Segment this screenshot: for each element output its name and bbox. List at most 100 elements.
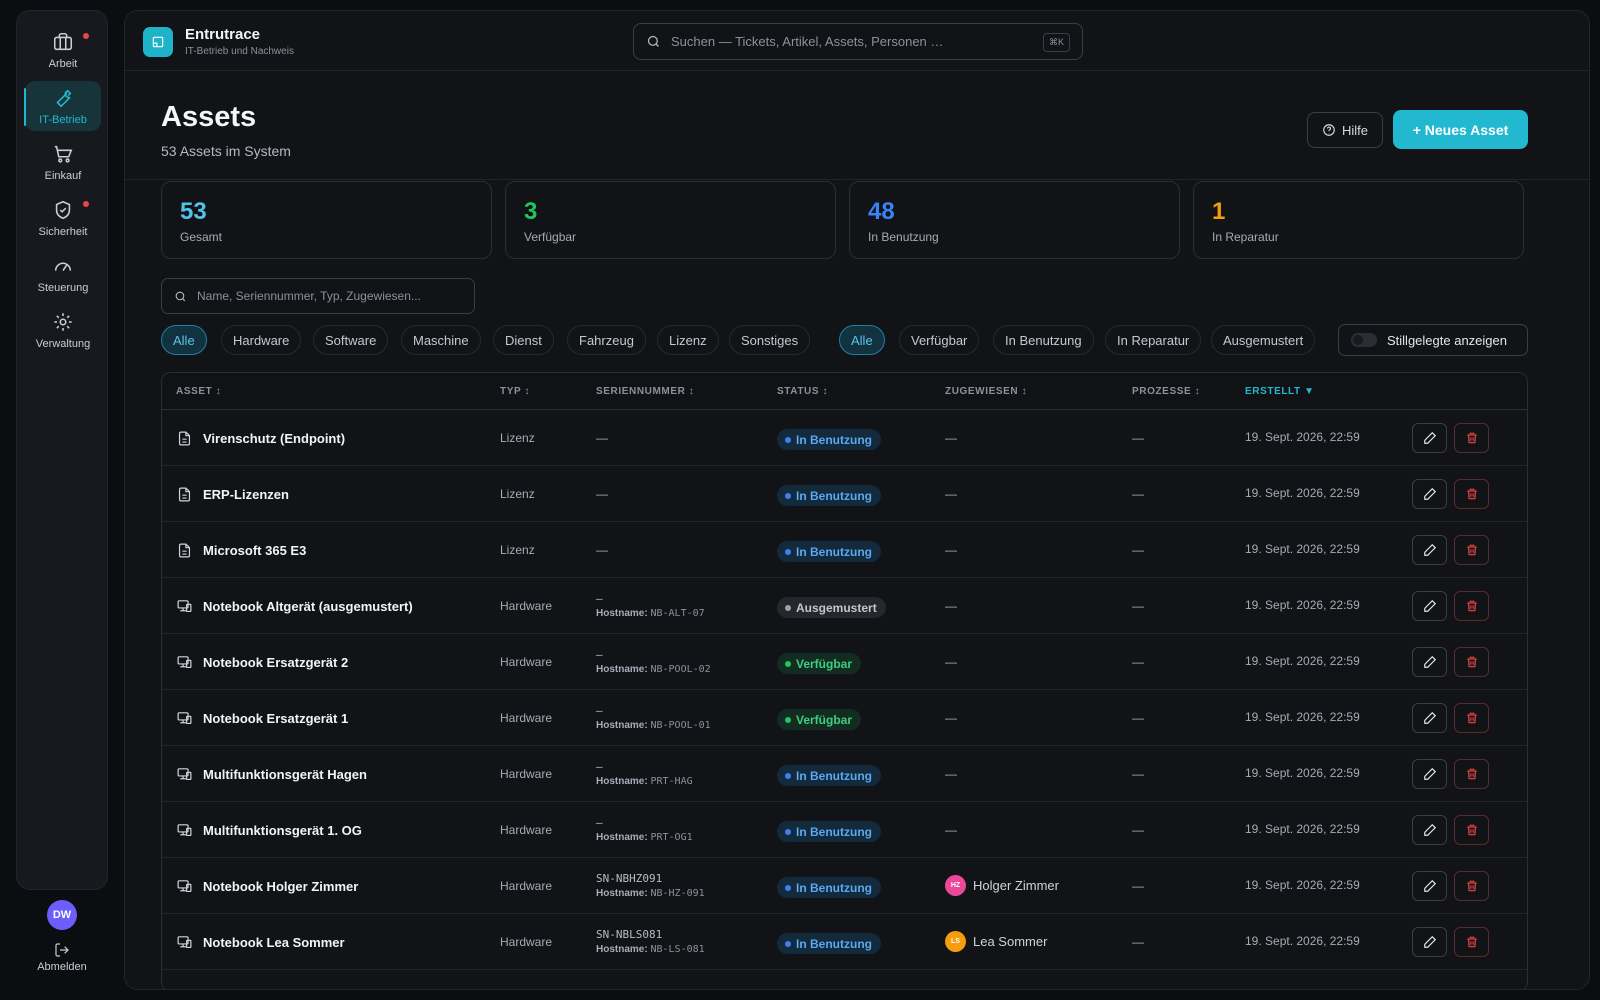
edit-button[interactable]: [1412, 647, 1447, 677]
delete-button[interactable]: [1454, 759, 1489, 789]
edit-button[interactable]: [1412, 759, 1447, 789]
show-retired-toggle[interactable]: Stillgelegte anzeigen: [1338, 324, 1528, 356]
wrench-icon: [56, 89, 72, 108]
column-header-typ[interactable]: TYP ↕: [500, 386, 530, 397]
new-asset-button[interactable]: + Neues Asset: [1393, 110, 1528, 149]
assignee-avatar: LS: [945, 931, 966, 952]
table-row[interactable]: Notebook Lea Sommer Hardware SN-NBLS081 Hos…: [162, 914, 1527, 970]
status-label: In Benutzung: [796, 880, 872, 895]
sidebar-item-verwaltung[interactable]: Verwaltung: [25, 305, 101, 355]
status-filter-in-reparatur[interactable]: In Reparatur: [1105, 325, 1202, 355]
delete-button[interactable]: [1454, 647, 1489, 677]
toggle-switch[interactable]: [1351, 333, 1377, 347]
delete-button[interactable]: [1454, 479, 1489, 509]
edit-button[interactable]: [1412, 423, 1447, 453]
delete-button[interactable]: [1454, 591, 1489, 621]
status-dot: [785, 828, 791, 835]
app-logo[interactable]: [143, 27, 173, 57]
asset-name[interactable]: Notebook Altgerät (ausgemustert): [203, 599, 413, 614]
sidebar-item-einkauf[interactable]: Einkauf: [25, 137, 101, 187]
serial-cell: SN-NBLS081 Hostname: NB-LS-081: [596, 928, 705, 955]
table-row[interactable]: Multifunktionsgerät 1. OG Hardware — Hostna…: [162, 802, 1527, 858]
delete-button[interactable]: [1454, 815, 1489, 845]
asset-name[interactable]: Multifunktionsgerät Hagen: [203, 767, 367, 782]
assignee-name: Lea Sommer: [973, 934, 1048, 949]
asset-name[interactable]: Virenschutz (Endpoint): [203, 431, 345, 446]
edit-button[interactable]: [1412, 927, 1447, 957]
type-filter-dienst[interactable]: Dienst: [493, 325, 554, 355]
delete-button[interactable]: [1454, 535, 1489, 565]
asset-search-input[interactable]: Name, Seriennummer, Typ, Zugewiesen...: [161, 278, 475, 314]
edit-button[interactable]: [1412, 871, 1447, 901]
type-filter-fahrzeug[interactable]: Fahrzeug: [567, 325, 646, 355]
column-header-asset[interactable]: ASSET ↕: [176, 386, 221, 397]
logout-label: Abmelden: [37, 961, 87, 973]
status-label: In Benutzung: [796, 768, 872, 783]
asset-name[interactable]: Multifunktionsgerät 1. OG: [203, 823, 362, 838]
sidebar-item-steuerung[interactable]: Steuerung: [25, 249, 101, 299]
hostname-label: Hostname:: [596, 944, 648, 955]
hostname-label: Hostname:: [596, 664, 648, 675]
asset-name[interactable]: ERP-Lizenzen: [203, 487, 289, 502]
sidebar-item-label: Steuerung: [37, 282, 89, 294]
edit-button[interactable]: [1412, 479, 1447, 509]
page-title: Assets: [161, 101, 257, 133]
table-row[interactable]: Notebook Ersatzgerät 1 Hardware — Hostname:…: [162, 690, 1527, 746]
sidebar-item-it-betrieb[interactable]: IT-Betrieb: [24, 81, 101, 131]
edit-button[interactable]: [1412, 535, 1447, 565]
type-filter-hardware[interactable]: Hardware: [221, 325, 302, 355]
type-filter-sonstiges[interactable]: Sonstiges: [729, 325, 811, 355]
help-button[interactable]: Hilfe: [1307, 112, 1383, 148]
delete-button[interactable]: [1454, 871, 1489, 901]
status-filter-in-benutzung[interactable]: In Benutzung: [993, 325, 1094, 355]
global-search-input[interactable]: Suchen — Tickets, Artikel, Assets, Perso…: [633, 23, 1083, 60]
serial-cell: — Hostname: PRT-HAG: [596, 760, 693, 787]
column-header-erstellt[interactable]: ERSTELLT ▼: [1245, 386, 1315, 397]
serial-number: —: [596, 543, 608, 557]
created-date: 19. Sept. 2026, 22:59: [1245, 934, 1360, 948]
type-filter-software[interactable]: Software: [313, 325, 389, 355]
status-filter-alle[interactable]: Alle: [839, 325, 885, 355]
type-filter-lizenz[interactable]: Lizenz: [657, 325, 719, 355]
asset-name[interactable]: Notebook Lea Sommer: [203, 935, 345, 950]
delete-button[interactable]: [1454, 423, 1489, 453]
status-filter-ausgemustert[interactable]: Ausgemustert: [1211, 325, 1316, 355]
delete-button[interactable]: [1454, 703, 1489, 733]
asset-name[interactable]: Microsoft 365 E3: [203, 543, 306, 558]
table-row[interactable]: Notebook Ersatzgerät 2 Hardware — Hostname:…: [162, 634, 1527, 690]
table-header: ASSET ↕ TYP ↕ SERIENNUMMER ↕ STATUS ↕ ZU…: [162, 373, 1527, 410]
created-date: 19. Sept. 2026, 22:59: [1245, 654, 1360, 668]
status-filter-verfuegbar[interactable]: Verfügbar: [899, 325, 980, 355]
type-filter-maschine[interactable]: Maschine: [401, 325, 481, 355]
sidebar-item-sicherheit[interactable]: Sicherheit: [25, 193, 101, 243]
edit-button[interactable]: [1412, 591, 1447, 621]
logout-button[interactable]: Abmelden: [26, 942, 98, 973]
column-header-status[interactable]: STATUS ↕: [777, 386, 828, 397]
serial-number: —: [596, 816, 603, 829]
column-header-seriennummer[interactable]: SERIENNUMMER ↕: [596, 386, 694, 397]
status-dot: [785, 660, 791, 667]
assignee[interactable]: LS Lea Sommer: [945, 931, 1047, 952]
status-label: Verfügbar: [796, 712, 853, 727]
serial-number: —: [596, 648, 603, 661]
hostname-value: NB-ALT-07: [650, 608, 705, 619]
asset-name[interactable]: Notebook Holger Zimmer: [203, 879, 358, 894]
column-header-zugewiesen[interactable]: ZUGEWIESEN ↕: [945, 386, 1027, 397]
table-row[interactable]: Virenschutz (Endpoint) Lizenz — In Benutzun…: [162, 410, 1527, 466]
asset-type: Hardware: [500, 879, 553, 893]
table-row[interactable]: Notebook Altgerät (ausgemustert) Hardware…: [162, 578, 1527, 634]
edit-button[interactable]: [1412, 815, 1447, 845]
table-row[interactable]: Microsoft 365 E3 Lizenz — In Benutzung — — 19.…: [162, 522, 1527, 578]
table-row[interactable]: ERP-Lizenzen Lizenz — In Benutzung — — 19. Sep…: [162, 466, 1527, 522]
asset-name[interactable]: Notebook Ersatzgerät 2: [203, 655, 348, 670]
column-header-prozesse[interactable]: PROZESSE ↕: [1132, 386, 1200, 397]
avatar[interactable]: DW: [47, 900, 77, 930]
edit-button[interactable]: [1412, 703, 1447, 733]
table-row[interactable]: Multifunktionsgerät Hagen Hardware — Hostna…: [162, 746, 1527, 802]
delete-button[interactable]: [1454, 927, 1489, 957]
sidebar-item-arbeit[interactable]: Arbeit: [25, 25, 101, 75]
table-row[interactable]: Notebook Holger Zimmer Hardware SN-NBHZ091…: [162, 858, 1527, 914]
asset-name[interactable]: Notebook Ersatzgerät 1: [203, 711, 348, 726]
type-filter-alle[interactable]: Alle: [161, 325, 207, 355]
assignee[interactable]: HZ Holger Zimmer: [945, 875, 1059, 896]
